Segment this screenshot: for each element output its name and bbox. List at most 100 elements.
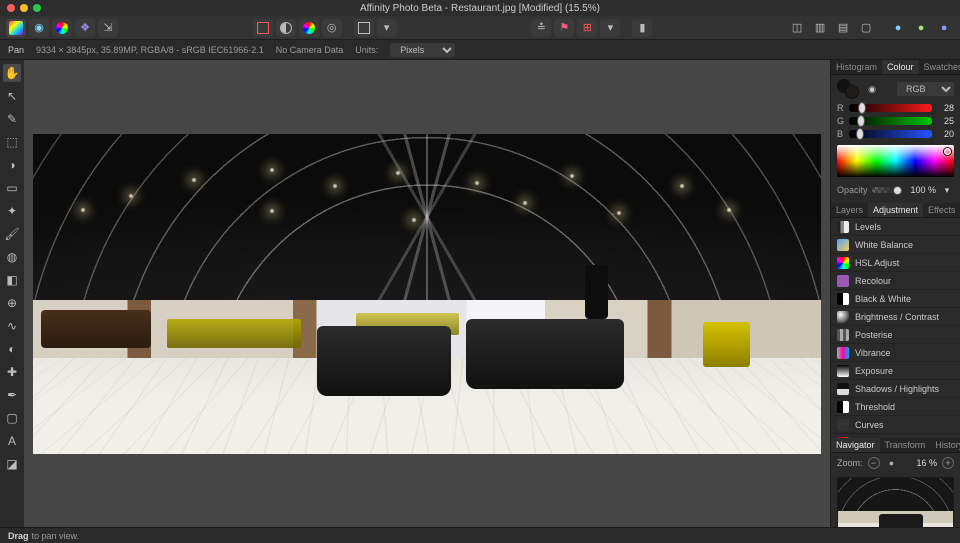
studio-channels-icon[interactable]: ● xyxy=(888,19,908,37)
force-pixel-button[interactable]: ▾ xyxy=(600,19,620,37)
arrange-dropdown[interactable]: ▾ xyxy=(377,19,397,37)
nav-tab-navigator[interactable]: Navigator xyxy=(831,438,880,452)
bc-icon xyxy=(837,311,849,323)
colour-picker[interactable]: ✎ xyxy=(3,110,21,128)
colour-mode-select[interactable]: RGB xyxy=(897,82,954,96)
zoom-label: Zoom: xyxy=(837,458,863,468)
navigator-thumbnail[interactable] xyxy=(837,477,954,527)
layers-panel-tabs: LayersAdjustmentEffectsStylesStock xyxy=(831,203,960,218)
studio-history-icon[interactable]: ● xyxy=(934,19,954,37)
selection-brush[interactable]: ◑ xyxy=(3,156,21,174)
auto-colours-button[interactable] xyxy=(299,19,319,37)
canvas-viewport[interactable] xyxy=(24,60,830,527)
zoom-slider-icon[interactable]: ● xyxy=(885,456,899,470)
adjustment-recolour[interactable]: Recolour xyxy=(831,272,960,290)
text-tool[interactable]: A xyxy=(3,432,21,450)
marquee-tool[interactable]: ▭ xyxy=(3,179,21,197)
adjustment-posterise[interactable]: Posterise xyxy=(831,326,960,344)
tonemap-persona-button[interactable]: ❖ xyxy=(75,19,95,37)
opacity-dropdown-icon[interactable]: ▾ xyxy=(940,183,954,197)
paint-brush[interactable]: 🖌 xyxy=(3,225,21,243)
colour-swatch-pair[interactable] xyxy=(837,79,859,99)
channel-B-thumb[interactable] xyxy=(856,128,864,140)
smudge-tool[interactable]: ∿ xyxy=(3,317,21,335)
export-persona-button[interactable]: ⇲ xyxy=(98,19,118,37)
auto-levels-button[interactable]: ◎ xyxy=(322,19,342,37)
channel-R-value: 28 xyxy=(936,103,954,113)
flood-select[interactable]: ✦ xyxy=(3,202,21,220)
secondary-colour-swatch[interactable] xyxy=(845,85,859,99)
toggle-ui-button[interactable]: ▢ xyxy=(856,19,876,37)
channel-R-thumb[interactable] xyxy=(858,102,866,114)
studio-layers-icon[interactable]: ● xyxy=(911,19,931,37)
adjustment-hsl-adjust[interactable]: HSL Adjust xyxy=(831,254,960,272)
arrange-mode-button[interactable] xyxy=(354,19,374,37)
close-window-button[interactable] xyxy=(7,4,15,12)
navigator-panel-tabs: NavigatorTransformHistoryChannels xyxy=(831,438,960,453)
crop-tool[interactable]: ⬚ xyxy=(3,133,21,151)
adjustment-label: Recolour xyxy=(855,276,891,286)
opacity-slider-thumb[interactable] xyxy=(893,186,902,195)
split-view-button[interactable]: ▥ xyxy=(810,19,830,37)
levels-icon xyxy=(837,221,849,233)
colour-tab-colour[interactable]: Colour xyxy=(882,60,919,74)
layers-tab-layers[interactable]: Layers xyxy=(831,203,868,217)
adjustment-threshold[interactable]: Threshold xyxy=(831,398,960,416)
adjustment-white-balance[interactable]: White Balance xyxy=(831,236,960,254)
shape-tool[interactable]: ▢ xyxy=(3,409,21,427)
minimize-window-button[interactable] xyxy=(20,4,28,12)
document-canvas[interactable] xyxy=(33,134,821,454)
mirror-button[interactable]: ▤ xyxy=(833,19,853,37)
pen-tool[interactable]: ✒ xyxy=(3,386,21,404)
zoom-in-button[interactable]: + xyxy=(942,457,954,469)
layers-tab-effects[interactable]: Effects xyxy=(923,203,960,217)
liquify-persona-button[interactable]: ◉ xyxy=(29,19,49,37)
channel-R-label: R xyxy=(837,103,845,113)
nav-tab-history[interactable]: History xyxy=(930,438,960,452)
channel-R-slider[interactable] xyxy=(849,104,932,112)
develop-persona-button[interactable] xyxy=(52,19,72,37)
toolbar-snap-group: ≛ ⚑ ⊞ ▾ ▮ xyxy=(531,19,652,37)
channel-G-thumb[interactable] xyxy=(857,115,865,127)
align-flag-button[interactable]: ⚑ xyxy=(554,19,574,37)
photo-persona-button[interactable] xyxy=(6,19,26,37)
adjustment-exposure[interactable]: Exposure xyxy=(831,362,960,380)
spectrum-marker[interactable] xyxy=(944,148,951,155)
move-tool[interactable]: ↖ xyxy=(3,87,21,105)
nav-tab-transform[interactable]: Transform xyxy=(880,438,931,452)
channel-G-slider[interactable] xyxy=(849,117,932,125)
dodge-tool[interactable]: ◐ xyxy=(3,340,21,358)
align-left-button[interactable]: ≛ xyxy=(531,19,551,37)
channel-B-slider[interactable] xyxy=(849,130,932,138)
healing-tool[interactable]: ✚ xyxy=(3,363,21,381)
adjustment-levels[interactable]: Levels xyxy=(831,218,960,236)
opacity-value: 100 % xyxy=(906,185,936,195)
swatches-toggle[interactable]: ◪ xyxy=(3,455,21,473)
fill-tool[interactable]: ◍ xyxy=(3,248,21,266)
adjustment-curves[interactable]: Curves xyxy=(831,416,960,434)
units-select[interactable]: Pixels xyxy=(390,43,455,57)
assistant-button[interactable]: ▮ xyxy=(632,19,652,37)
colour-tab-histogram[interactable]: Histogram xyxy=(831,60,882,74)
clone-tool[interactable]: ⊕ xyxy=(3,294,21,312)
adjustment-vibrance[interactable]: Vibrance xyxy=(831,344,960,362)
erase-tool[interactable]: ◧ xyxy=(3,271,21,289)
canvas-content-tables xyxy=(167,319,301,348)
channel-B-label: B xyxy=(837,129,845,139)
colour-tab-swatches[interactable]: Swatches xyxy=(919,60,960,74)
zoom-out-button[interactable]: − xyxy=(868,457,880,469)
auto-select-button[interactable] xyxy=(253,19,273,37)
studio-panels: HistogramColourSwatchesBrushes ◉ RGB R28… xyxy=(830,60,960,527)
eyedropper-icon[interactable]: ◉ xyxy=(865,82,879,96)
adjustment-black-white[interactable]: Black & White xyxy=(831,290,960,308)
document-info: 9334 × 3845px, 35.89MP, RGBA/8 - sRGB IE… xyxy=(36,45,264,55)
adjustment-brightness-contrast[interactable]: Brightness / Contrast xyxy=(831,308,960,326)
adjustment-shadows-highlights[interactable]: Shadows / Highlights xyxy=(831,380,960,398)
layers-tab-adjustment[interactable]: Adjustment xyxy=(868,203,923,217)
view-tool[interactable]: ✋ xyxy=(3,64,21,82)
colour-spectrum-picker[interactable] xyxy=(837,145,954,177)
auto-contrast-button[interactable] xyxy=(276,19,296,37)
snap-toggle-button[interactable]: ⊞ xyxy=(577,19,597,37)
quickmask-button[interactable]: ◫ xyxy=(787,19,807,37)
maximize-window-button[interactable] xyxy=(33,4,41,12)
